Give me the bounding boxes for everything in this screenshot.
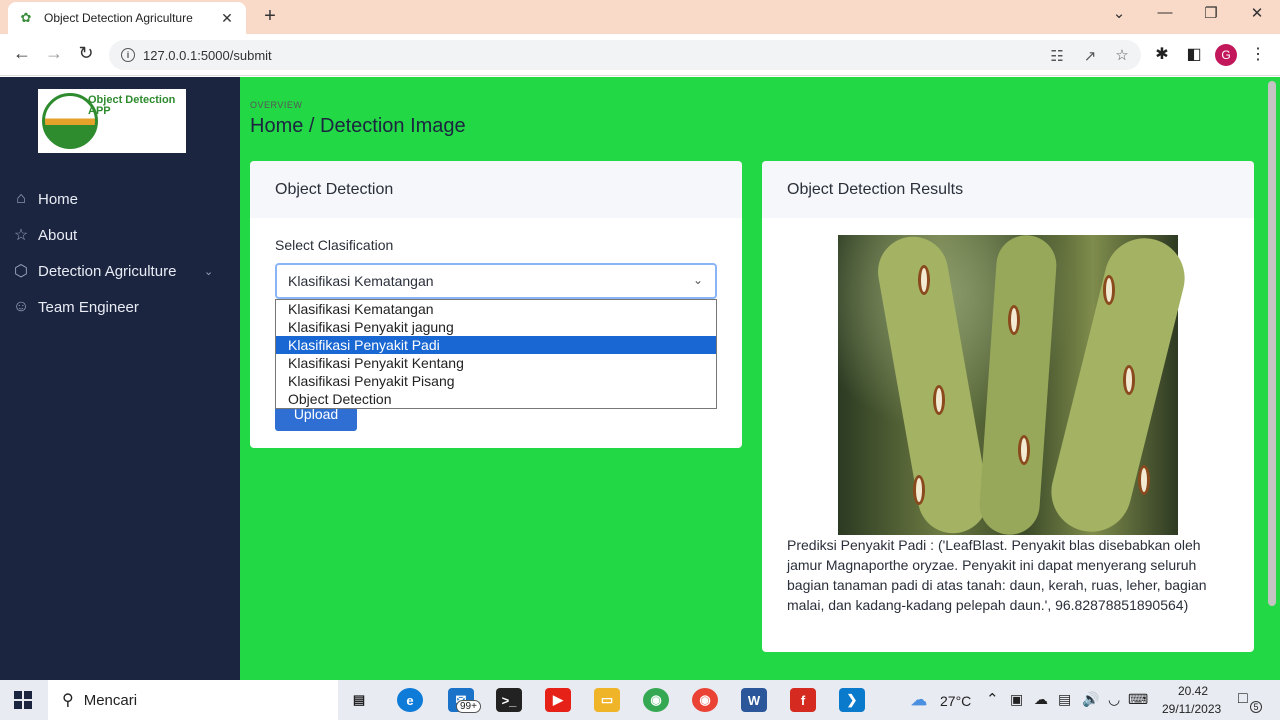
star-icon: ☆: [13, 227, 29, 244]
youtube-icon[interactable]: ▶: [545, 688, 571, 712]
sidebar-item-label: About: [38, 226, 78, 244]
dropdown-option-highlighted[interactable]: Klasifikasi Penyakit Padi: [276, 336, 716, 354]
dropdown-option[interactable]: Klasifikasi Penyakit jagung: [276, 318, 716, 336]
task-view-icon[interactable]: ▤: [346, 688, 372, 712]
sidebar: Object Detection APP ⌂ Home ☆ About ⬡ De…: [0, 77, 240, 680]
select-label: Select Clasification: [275, 237, 394, 253]
wifi-icon[interactable]: ◡: [1108, 691, 1120, 708]
mail-badge: 99+: [456, 700, 481, 713]
terminal-icon[interactable]: >_: [496, 688, 522, 712]
side-panel-icon[interactable]: ◧: [1183, 44, 1205, 64]
vscode-icon[interactable]: ❯: [839, 688, 865, 712]
tab-search-chevron-icon[interactable]: ⌄: [1104, 4, 1134, 22]
tray-cloud-icon[interactable]: ☁: [1034, 691, 1048, 708]
new-tab-button[interactable]: +: [258, 5, 282, 28]
users-icon: ☺: [12, 298, 30, 315]
volume-icon[interactable]: 🔊: [1082, 691, 1099, 708]
browser-toolbar: ← → ↻ i 127.0.0.1:5000/submit ☷ ↗ ☆ ✱ ◧ …: [0, 34, 1280, 76]
address-bar[interactable]: i 127.0.0.1:5000/submit: [109, 40, 1141, 70]
classification-select[interactable]: Klasifikasi Kematangan ⌄: [275, 263, 717, 299]
word-icon[interactable]: W: [741, 688, 767, 712]
clock-time[interactable]: 20.42: [1178, 684, 1208, 698]
start-button[interactable]: [14, 691, 32, 709]
dropdown-option[interactable]: Klasifikasi Penyakit Pisang: [276, 372, 716, 390]
logo-text: Object Detection APP: [88, 94, 176, 117]
notification-count: 5: [1250, 701, 1262, 713]
windows-taskbar: ⚲ Mencari ▤ e ✉ 99+ >_ ▶ ▭ ◉ ◉ W f ❯ ☁ 2…: [0, 680, 1280, 720]
weather-temp: 27°C: [940, 693, 972, 709]
translate-icon[interactable]: ☷: [1047, 47, 1067, 65]
search-icon: ⚲: [62, 692, 74, 709]
dropdown-option[interactable]: Object Detection: [276, 390, 716, 408]
app-favicon-icon: ✿: [20, 10, 32, 25]
filezilla-icon[interactable]: f: [790, 688, 816, 712]
back-button[interactable]: ←: [10, 43, 34, 64]
overview-label: OVERVIEW: [250, 100, 303, 110]
chrome-profile-icon[interactable]: ◉: [692, 688, 718, 712]
rice-leaf-result-image: [838, 229, 1194, 541]
tab-title: Object Detection Agriculture: [44, 11, 193, 25]
sidebar-item-about[interactable]: ☆ About: [0, 217, 240, 253]
edge-icon[interactable]: e: [397, 688, 423, 712]
tray-meet-icon[interactable]: ▣: [1010, 691, 1023, 708]
file-explorer-icon[interactable]: ▭: [594, 688, 620, 712]
app-logo[interactable]: Object Detection APP: [38, 89, 186, 153]
taskbar-search[interactable]: ⚲ Mencari: [48, 680, 338, 720]
extensions-icon[interactable]: ✱: [1151, 44, 1173, 64]
profile-avatar[interactable]: G: [1215, 44, 1237, 66]
chrome-icon[interactable]: ◉: [643, 688, 669, 712]
cube-icon: ⬡: [14, 263, 28, 280]
prediction-text: Prediksi Penyakit Padi : ('LeafBlast. Pe…: [787, 537, 1207, 613]
browser-titlebar: ✿ Object Detection Agriculture ✕ + ⌄ — ❐…: [0, 0, 1280, 34]
dropdown-option[interactable]: Klasifikasi Penyakit Kentang: [276, 354, 716, 372]
dropdown-option[interactable]: Klasifikasi Kematangan: [276, 300, 716, 318]
sidebar-item-team-engineer[interactable]: ☺ Team Engineer: [0, 289, 240, 325]
sidebar-item-detection-agriculture[interactable]: ⬡ Detection Agriculture ⌄: [0, 253, 240, 289]
url-text: 127.0.0.1:5000/submit: [143, 47, 272, 63]
tray-chevron-up-icon[interactable]: ⌃: [986, 690, 999, 708]
keyboard-icon[interactable]: ⌨: [1128, 691, 1148, 708]
select-value: Klasifikasi Kematangan: [288, 273, 434, 289]
weather-icon[interactable]: ☁: [906, 688, 932, 712]
sidebar-item-home[interactable]: ⌂ Home: [0, 181, 240, 217]
forward-button[interactable]: →: [42, 43, 66, 64]
reload-button[interactable]: ↻: [74, 43, 98, 64]
sidebar-item-label: Home: [38, 190, 79, 208]
tray-display-icon[interactable]: ▤: [1058, 691, 1071, 708]
results-card: Object Detection Results Prediksi Penyak…: [762, 161, 1254, 652]
site-info-icon[interactable]: i: [121, 48, 135, 62]
minimize-button[interactable]: —: [1150, 4, 1180, 21]
close-tab-icon[interactable]: ✕: [218, 10, 236, 27]
share-icon[interactable]: ↗: [1080, 47, 1100, 65]
bookmark-star-icon[interactable]: ☆: [1112, 46, 1132, 64]
home-icon: ⌂: [16, 190, 26, 207]
restore-button[interactable]: ❐: [1196, 4, 1226, 22]
classification-dropdown-list: Klasifikasi Kematangan Klasifikasi Penya…: [275, 299, 717, 409]
browser-tab[interactable]: ✿ Object Detection Agriculture ✕: [8, 2, 246, 34]
page-scrollbar[interactable]: [1268, 81, 1276, 606]
results-card-title: Object Detection Results: [762, 161, 1254, 218]
close-window-button[interactable]: ✕: [1242, 4, 1272, 22]
browser-menu-icon[interactable]: ⋮: [1247, 44, 1269, 64]
search-placeholder: Mencari: [83, 691, 138, 709]
sidebar-item-label: Team Engineer: [38, 298, 139, 316]
chevron-down-icon: ⌄: [204, 265, 214, 278]
page-title: Home / Detection Image: [250, 115, 466, 137]
sidebar-item-label: Detection Agriculture: [38, 262, 177, 280]
chevron-down-icon: ⌄: [692, 273, 703, 287]
notification-icon[interactable]: □: [1238, 690, 1248, 708]
clock-date[interactable]: 29/11/2023: [1162, 702, 1221, 716]
detection-card-title: Object Detection: [250, 161, 742, 218]
